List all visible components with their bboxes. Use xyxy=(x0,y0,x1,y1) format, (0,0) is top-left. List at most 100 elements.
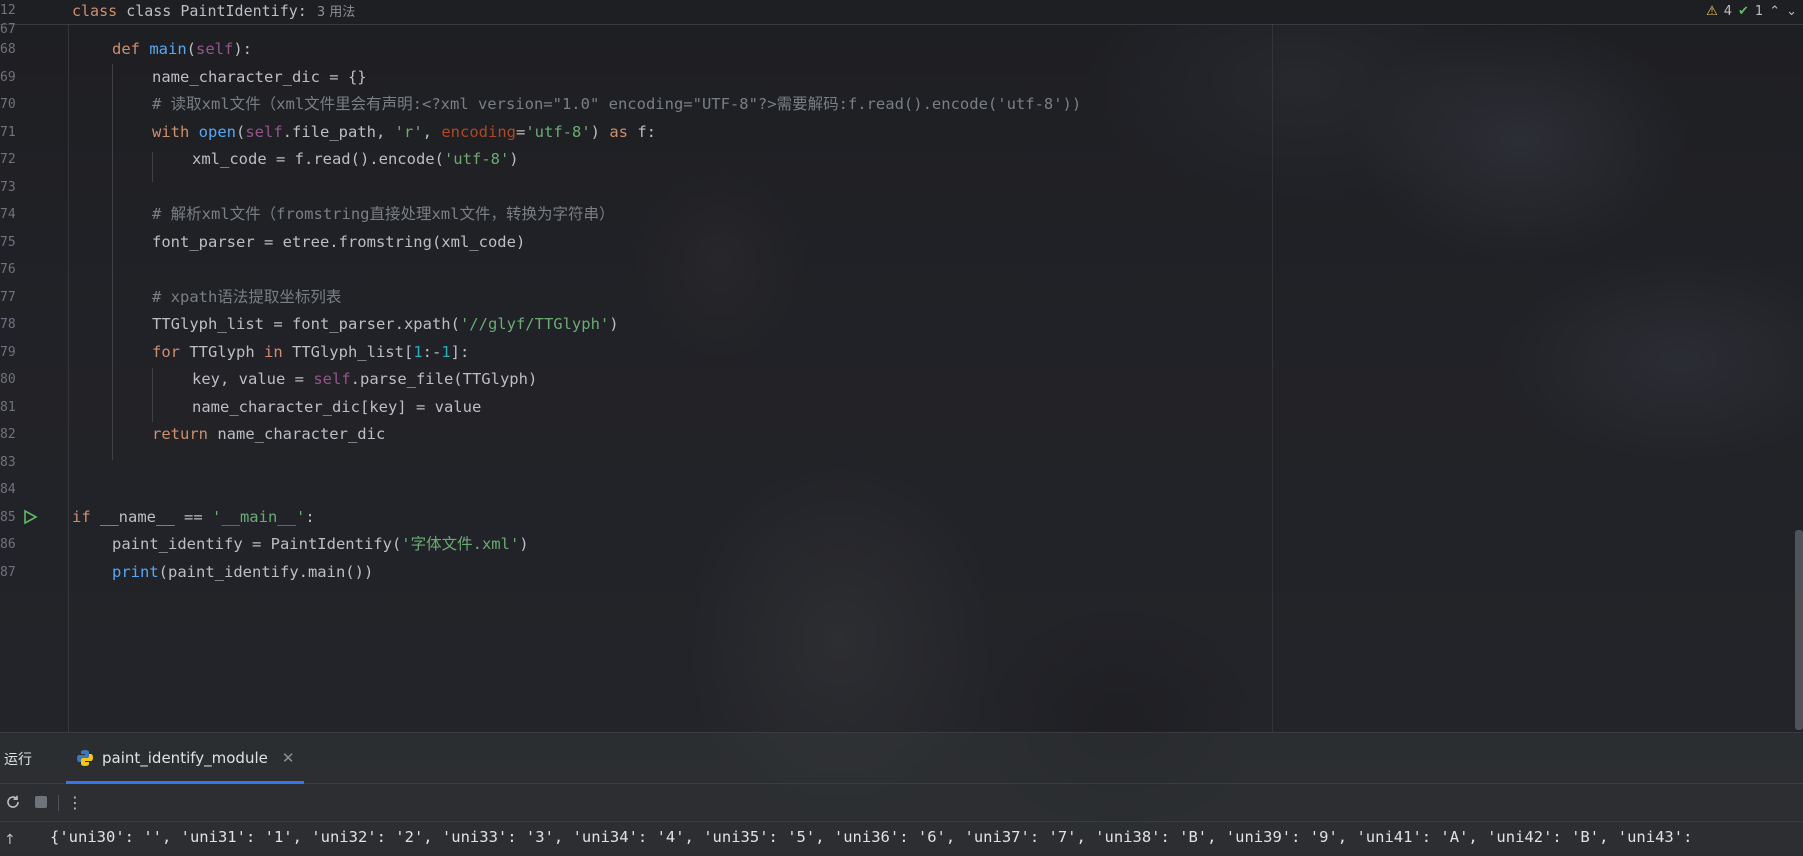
code-token: 1 xyxy=(441,342,451,361)
code-line[interactable]: 87 print(paint_identify.main()) xyxy=(0,559,1780,586)
code-token: main xyxy=(149,40,187,58)
code-line[interactable]: 74 # 解析xml文件（fromstring直接处理xml文件，转换为字符串） xyxy=(0,201,1780,228)
close-tab-icon[interactable]: ✕ xyxy=(282,749,295,767)
stop-icon xyxy=(35,796,47,808)
editor-scrollbar[interactable] xyxy=(1795,530,1803,730)
code-token: 'r' xyxy=(394,122,423,141)
code-token: '字体文件.xml' xyxy=(401,535,520,553)
warning-count: 4 xyxy=(1723,4,1732,19)
scroll-up-icon[interactable]: ↑ xyxy=(4,832,16,848)
code-editor[interactable]: 12 class class PaintIdentify: 3 用法 ⚠ 4 ✔ … xyxy=(0,0,1803,732)
check-count: 1 xyxy=(1754,4,1764,19)
code-token: key, value = xyxy=(192,370,314,388)
code-token: paint_identify = PaintIdentify( xyxy=(112,535,402,553)
line-code: print(paint_identify.main()) xyxy=(112,559,373,586)
line-number: 74 xyxy=(0,207,16,222)
next-highlight-button[interactable]: ⌄ xyxy=(1786,1,1797,23)
rerun-button[interactable] xyxy=(4,793,22,811)
code-token: xml_code = f.read().encode( xyxy=(192,150,444,168)
code-token: encoding xyxy=(441,122,516,141)
console-output[interactable]: ↑ {'uni30': '', 'uni31': '1', 'uni32': '… xyxy=(0,821,1803,856)
code-token: with xyxy=(152,122,199,141)
usages-hint[interactable]: 3 用法 xyxy=(317,5,355,20)
code-line[interactable]: 76 xyxy=(0,256,1780,283)
code-line[interactable]: 86 paint_identify = PaintIdentify('字体文件.x… xyxy=(0,531,1780,558)
code-line[interactable]: 82 return name_character_dic xyxy=(0,421,1780,448)
line-number: 84 xyxy=(0,482,16,497)
line-code: name_character_dic = {} xyxy=(152,64,367,91)
code-token: __name__ == xyxy=(100,507,212,526)
code-token: TTGlyph_list[ xyxy=(291,342,414,361)
more-icon: ⋮ xyxy=(67,792,83,812)
code-token: 'utf-8' xyxy=(443,150,510,168)
line-code: return name_character_dic xyxy=(152,421,385,448)
code-line[interactable]: 79 for TTGlyph in TTGlyph_list[1:-1]: xyxy=(0,339,1780,366)
line-number: 77 xyxy=(0,289,16,305)
code-line[interactable]: 69 name_character_dic = {} xyxy=(0,64,1780,91)
code-token: self xyxy=(245,122,283,141)
line-code: TTGlyph_list = font_parser.xpath('//glyf… xyxy=(152,311,619,338)
code-token: for xyxy=(152,342,190,361)
code-token: ( xyxy=(236,122,246,141)
code-line[interactable]: 78 TTGlyph_list = font_parser.xpath('//gl… xyxy=(0,311,1780,338)
line-number: 87 xyxy=(0,564,16,580)
code-line[interactable]: 73 xyxy=(0,174,1780,201)
line-code: xml_code = f.read().encode('utf-8') xyxy=(192,146,519,173)
code-line[interactable]: 68 def main(self): xyxy=(0,36,1780,63)
line-number: 80 xyxy=(0,372,16,387)
tab-label: paint_identify_module xyxy=(102,749,268,767)
code-line[interactable]: 71 with open(self.file_path, 'r', encodin… xyxy=(0,119,1780,146)
stop-button[interactable] xyxy=(32,793,50,811)
python-icon xyxy=(77,750,93,766)
code-token: f: xyxy=(637,122,656,141)
code-line[interactable]: 84 xyxy=(0,476,1780,503)
line-number: 79 xyxy=(0,344,16,360)
code-token: font_parser = etree.fromstring(xml_code) xyxy=(152,232,526,251)
code-token: ( xyxy=(186,40,196,58)
code-token: as xyxy=(609,122,638,141)
check-icon: ✔ xyxy=(1738,4,1749,19)
inspection-widget[interactable]: ⚠ 4 ✔ 1 ⌃ ⌄ xyxy=(1706,2,1797,22)
code-token: = xyxy=(515,122,526,141)
line-number: 73 xyxy=(0,179,16,195)
line-number: 68 xyxy=(0,42,16,57)
code-line[interactable]: 75 font_parser = etree.fromstring(xml_cod… xyxy=(0,229,1780,256)
code-token: :- xyxy=(422,342,442,361)
code-line[interactable]: 85 if __name__ == '__main__': xyxy=(0,504,1780,531)
run-icon[interactable] xyxy=(22,509,38,525)
tab-paint-identify-module[interactable]: paint_identify_module ✕ xyxy=(66,733,305,784)
code-line[interactable]: 83 xyxy=(0,449,1780,476)
run-tool-window[interactable]: 运行 paint_identify_module ✕ ⋮ ↑ {'uni30':… xyxy=(0,732,1803,855)
rerun-icon xyxy=(7,795,19,808)
line-number: 83 xyxy=(0,454,16,470)
tool-window-tabs: 运行 paint_identify_module ✕ xyxy=(0,733,1803,784)
code-token: name_character_dic[key] = value xyxy=(192,397,482,416)
code-token: # 读取xml文件（xml文件里会有声明:<?xml version="1.0"… xyxy=(152,95,1082,113)
line-code: with open(self.file_path, 'r', encoding=… xyxy=(152,119,656,146)
line-code: if __name__ == '__main__': xyxy=(72,504,315,531)
code-token: 'utf-8' xyxy=(525,122,591,141)
code-token: ) xyxy=(609,315,619,333)
line-number: 82 xyxy=(0,427,16,442)
more-button[interactable]: ⋮ xyxy=(66,792,84,812)
code-token: ) xyxy=(519,535,529,553)
code-line[interactable]: 72 xml_code = f.read().encode('utf-8') xyxy=(0,146,1780,173)
code-token: print xyxy=(112,562,159,581)
code-token: .file_path, xyxy=(282,122,395,141)
line-number: 69 xyxy=(0,69,16,85)
previous-highlight-button[interactable]: ⌃ xyxy=(1769,1,1780,23)
code-line[interactable]: 81 name_character_dic[key] = value xyxy=(0,394,1780,421)
code-line[interactable]: 77 # xpath语法提取坐标列表 xyxy=(0,284,1780,311)
code-token: '__main__' xyxy=(211,507,306,526)
line-number: 86 xyxy=(0,537,16,552)
line-number: 78 xyxy=(0,317,16,332)
run-tool-title[interactable]: 运行 xyxy=(4,749,32,769)
sticky-header[interactable]: 12 class class PaintIdentify: 3 用法 ⚠ 4 ✔ … xyxy=(0,0,1803,25)
line-number: 72 xyxy=(0,152,16,167)
code-token: def xyxy=(112,40,150,58)
line-number: 81 xyxy=(0,399,16,415)
line-code: font_parser = etree.fromstring(xml_code) xyxy=(152,229,525,256)
code-token: in xyxy=(263,342,292,361)
code-line[interactable]: 70 # 读取xml文件（xml文件里会有声明:<?xml version="1.… xyxy=(0,91,1780,118)
code-line[interactable]: 80 key, value = self.parse_file(TTGlyph) xyxy=(0,366,1780,393)
